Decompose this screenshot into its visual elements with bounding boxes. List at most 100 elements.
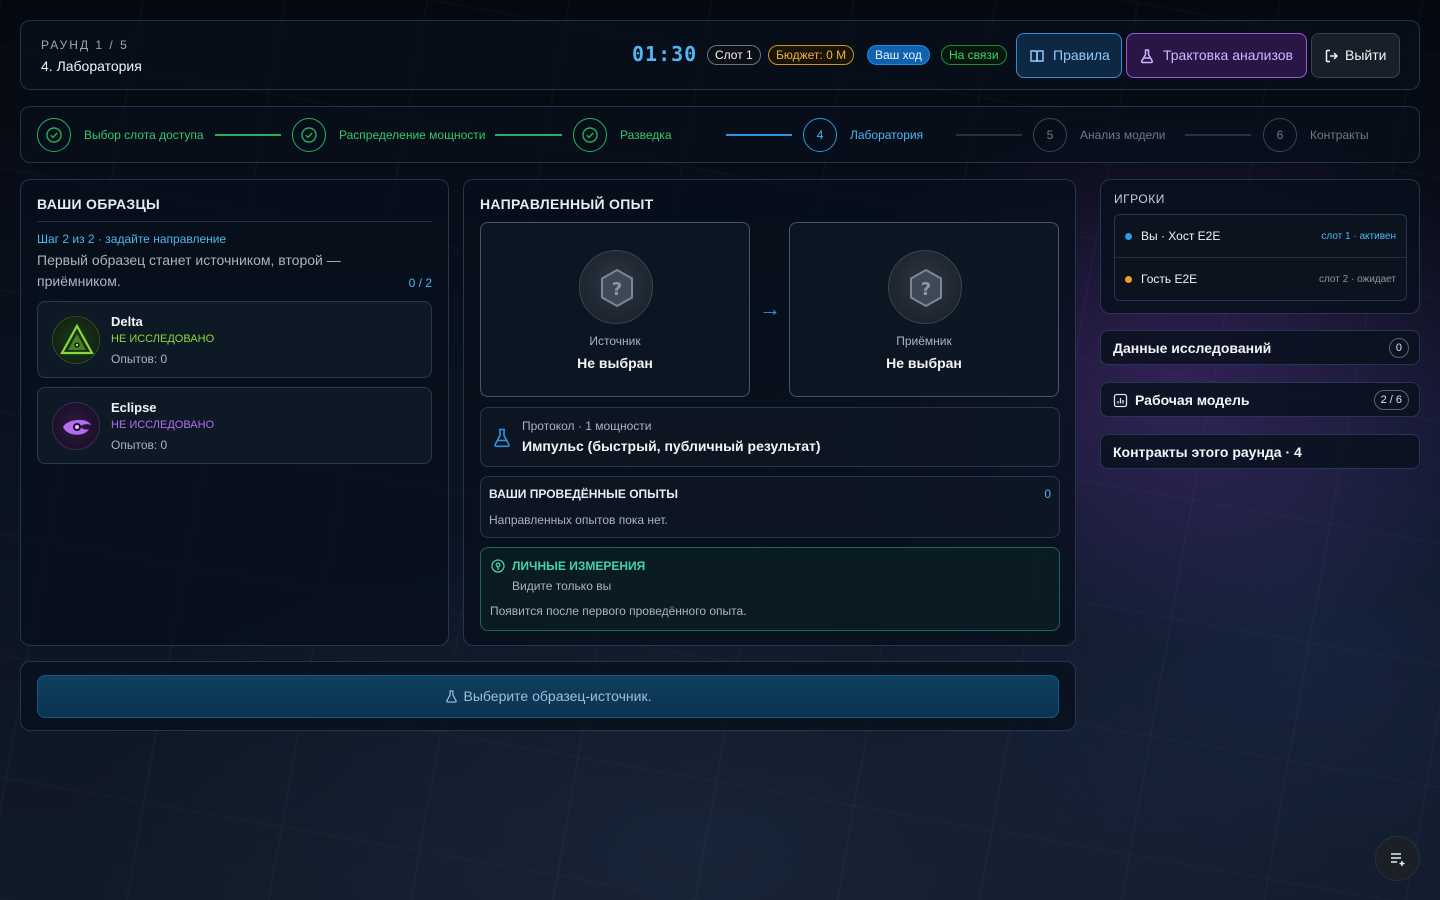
players-title: ИГРОКИ	[1114, 192, 1165, 206]
action-bar: Выберите образец-источник.	[20, 661, 1076, 731]
step-hint: Шаг 2 из 2 · задайте направление	[37, 232, 227, 246]
sample-experiments: Опытов: 0	[111, 352, 168, 366]
list-sparkle-icon	[1391, 853, 1405, 866]
direction-arrow-icon: →	[759, 296, 781, 321]
eclipse-sample-icon	[52, 402, 100, 450]
player-status: слот 1 · активен	[1321, 231, 1396, 242]
player-name: Вы · Хост E2E	[1141, 229, 1221, 243]
exit-button[interactable]: Выйти	[1311, 33, 1400, 78]
research-data-count: 0	[1388, 338, 1409, 358]
samples-panel: ВАШИ ОБРАЗЦЫ Шаг 2 из 2 · задайте направ…	[20, 179, 449, 646]
working-model-count: 2 / 6	[1373, 390, 1409, 410]
private-measurements: ЛИЧНЫЕ ИЗМЕРЕНИЯ Видите только вы Появит…	[480, 547, 1060, 631]
player-row: Гость E2E слот 2 · ожидает	[1115, 258, 1406, 301]
book-icon	[1030, 50, 1044, 63]
source-value: Не выбран	[577, 355, 653, 371]
step-label: Контракты	[1310, 128, 1369, 142]
exit-button-label: Выйти	[1345, 47, 1387, 63]
step-connector	[215, 134, 281, 136]
direction-hint: Первый образец станет источником, второй…	[37, 252, 341, 289]
logout-icon	[1325, 49, 1339, 63]
check-circle-icon	[37, 118, 71, 152]
analysis-guide-label: Трактовка анализов	[1163, 47, 1293, 63]
action-label: Выберите образец-источник.	[463, 688, 652, 704]
flask-icon	[445, 690, 457, 703]
sample-status: НЕ ИССЛЕДОВАНО	[111, 419, 215, 431]
svg-text:?: ?	[921, 279, 931, 300]
check-circle-icon	[573, 118, 607, 152]
divider	[37, 221, 432, 222]
delta-sample-icon	[52, 316, 100, 364]
round-contracts-label: Контракты этого раунда · 4	[1113, 444, 1302, 460]
target-role: Приёмник	[896, 334, 952, 348]
research-data-accordion[interactable]: Данные исследований 0	[1100, 330, 1420, 365]
completed-experiments: ВАШИ ПРОВЕДЁННЫЕ ОПЫТЫ 0 Направленных оп…	[480, 476, 1060, 538]
private-title: ЛИЧНЫЕ ИЗМЕРЕНИЯ	[512, 559, 646, 573]
step-label: Анализ модели	[1080, 128, 1166, 142]
svg-text:?: ?	[612, 279, 622, 300]
phase-stepper: Выбор слота доступа Распределение мощност…	[20, 106, 1420, 163]
completed-empty: Направленных опытов пока нет.	[489, 513, 668, 527]
step-label: Разведка	[620, 128, 672, 142]
private-eye-icon	[491, 559, 505, 573]
player-row: Вы · Хост E2E слот 1 · активен	[1115, 215, 1406, 258]
check-circle-icon	[292, 118, 326, 152]
step-number: 6	[1263, 118, 1297, 152]
working-model-accordion[interactable]: Рабочая модель 2 / 6	[1100, 382, 1420, 417]
connection-badge: На связи	[941, 45, 1007, 65]
step-connector	[956, 134, 1022, 136]
sample-experiments: Опытов: 0	[111, 438, 168, 452]
select-source-button[interactable]: Выберите образец-источник.	[37, 675, 1059, 718]
completed-title: ВАШИ ПРОВЕДЁННЫЕ ОПЫТЫ	[489, 487, 679, 501]
unknown-sample-icon: ?	[579, 250, 653, 324]
round-contracts-accordion[interactable]: Контракты этого раунда · 4	[1100, 434, 1420, 469]
step-connector	[495, 134, 562, 136]
source-slot[interactable]: ? Источник Не выбран	[480, 222, 750, 397]
turn-badge: Ваш ход	[867, 45, 930, 65]
slot-badge: Слот 1	[707, 45, 761, 65]
sample-card-eclipse[interactable]: Eclipse НЕ ИССЛЕДОВАНО Опытов: 0	[37, 387, 432, 464]
player-name: Гость E2E	[1141, 272, 1198, 286]
rules-button-label: Правила	[1053, 47, 1110, 63]
analysis-guide-button[interactable]: Трактовка анализов	[1126, 33, 1307, 78]
completed-count: 0	[1044, 487, 1051, 501]
sample-status: НЕ ИССЛЕДОВАНО	[111, 333, 215, 345]
research-data-label: Данные исследований	[1113, 340, 1272, 356]
working-model-label: Рабочая модель	[1135, 392, 1250, 408]
step-number: 5	[1033, 118, 1067, 152]
selection-counter: 0 / 2	[408, 276, 432, 290]
sample-name: Delta	[111, 314, 143, 329]
source-role: Источник	[589, 334, 641, 348]
target-value: Не выбран	[886, 355, 962, 371]
player-list: Вы · Хост E2E слот 1 · активен Гость E2E…	[1114, 214, 1407, 301]
protocol-selector[interactable]: Протокол · 1 мощности Импульс (быстрый, …	[480, 407, 1060, 467]
private-subtitle: Видите только вы	[512, 579, 612, 593]
step-label: Лаборатория	[850, 128, 924, 142]
log-toggle-button[interactable]	[1375, 836, 1420, 881]
rules-button[interactable]: Правила	[1016, 33, 1122, 78]
round-label: РАУНД 1 / 5	[41, 38, 129, 52]
step-label: Распределение мощности	[339, 128, 486, 142]
directed-experiment-panel: НАПРАВЛЕННЫЙ ОПЫТ ? Источник Не выбран →…	[463, 179, 1076, 646]
private-note: Появится после первого проведённого опыт…	[490, 604, 747, 618]
player-status: слот 2 · ожидает	[1318, 274, 1396, 285]
player-status-dot	[1125, 276, 1132, 283]
step-connector	[1185, 134, 1251, 136]
flask-icon	[1140, 49, 1154, 64]
top-bar: РАУНД 1 / 5 4. Лаборатория 01:30 Слот 1 …	[20, 20, 1420, 90]
players-panel: ИГРОКИ Вы · Хост E2E слот 1 · активен Го…	[1100, 179, 1420, 314]
step-label: Выбор слота доступа	[84, 128, 204, 142]
target-slot[interactable]: ? Приёмник Не выбран	[789, 222, 1059, 397]
budget-badge: Бюджет: 0 М	[768, 45, 855, 65]
sample-name: Eclipse	[111, 400, 157, 415]
step-connector	[726, 134, 792, 136]
flask-icon	[494, 428, 510, 448]
step-number: 4	[803, 118, 837, 152]
experiment-title: НАПРАВЛЕННЫЙ ОПЫТ	[480, 196, 654, 212]
protocol-meta: Протокол · 1 мощности	[522, 419, 652, 433]
unknown-sample-icon: ?	[888, 250, 962, 324]
protocol-name: Импульс (быстрый, публичный результат)	[522, 438, 821, 454]
page-title: 4. Лаборатория	[41, 58, 142, 74]
sample-card-delta[interactable]: Delta НЕ ИССЛЕДОВАНО Опытов: 0	[37, 301, 432, 378]
samples-title: ВАШИ ОБРАЗЦЫ	[37, 196, 161, 212]
